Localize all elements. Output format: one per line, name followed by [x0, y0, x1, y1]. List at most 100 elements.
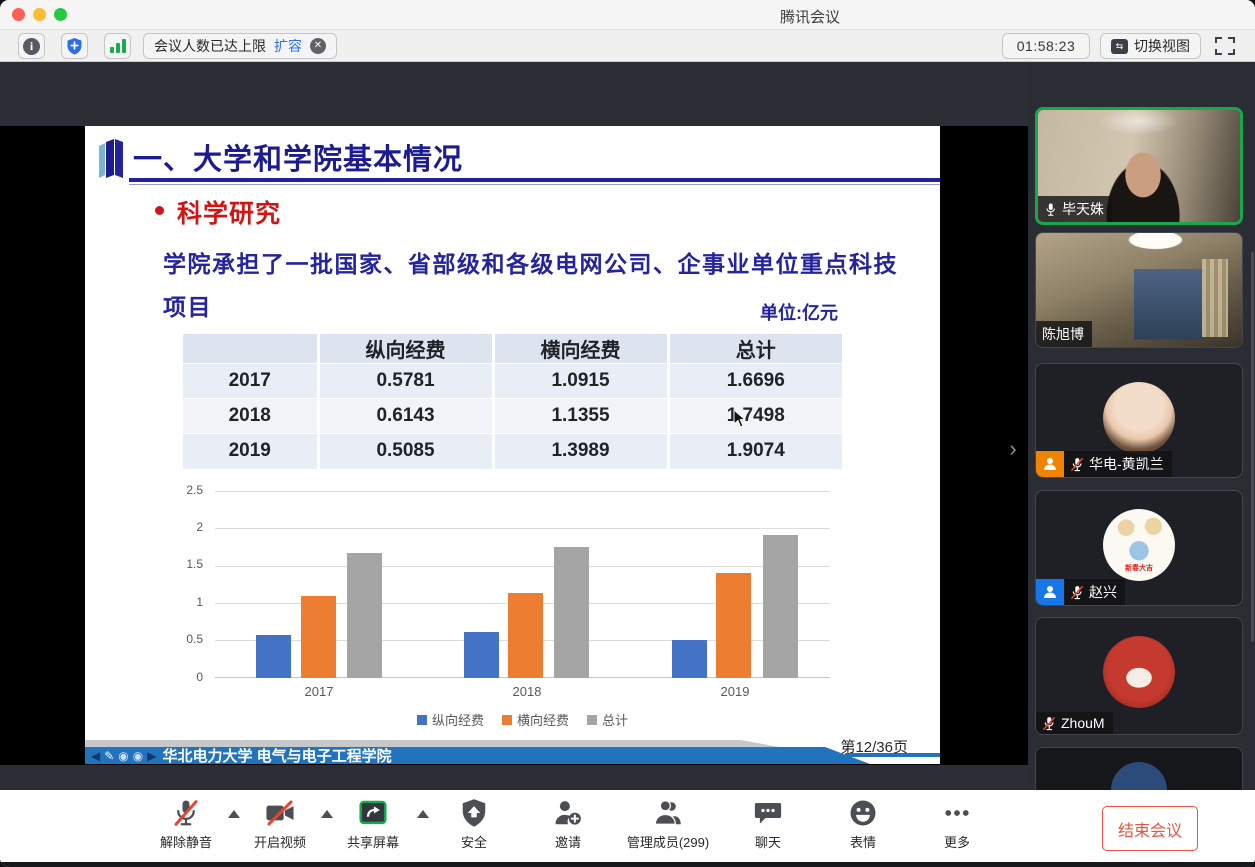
- chart-legend: 纵向经费 横向经费 总计: [215, 710, 830, 729]
- letterbox-top: [0, 62, 1028, 126]
- participant-tile-huangkailan[interactable]: 华电-黄凯兰: [1035, 363, 1243, 478]
- unmute-button[interactable]: 解除静音: [160, 798, 212, 851]
- unit-note: 单位:亿元: [760, 299, 838, 325]
- participant-tile-chenxubo[interactable]: 陈旭博: [1035, 232, 1243, 348]
- slide-footer: ◀ ✎ ◉ ◉ ▶ 华北电力大学 电气与电子工程学院 第12/36页: [85, 732, 940, 764]
- participant-badge: [1036, 579, 1064, 605]
- participant-tile-bitianshu[interactable]: 毕天姝: [1035, 107, 1243, 225]
- mic-on-icon: [1044, 202, 1057, 217]
- zoom-window-button[interactable]: [54, 8, 67, 21]
- meeting-security-button[interactable]: [61, 33, 88, 59]
- participant-tile-zhoum[interactable]: ZhouM: [1035, 617, 1243, 735]
- x-tick-2018: 2018: [513, 684, 542, 699]
- mic-options-caret[interactable]: [228, 810, 240, 818]
- collapse-sidebar-chevron-icon[interactable]: ›: [1002, 434, 1024, 464]
- main-area: 一、大学和学院基本情况 科学研究 学院承担了一批国家、省部级和各级电网公司、企事…: [0, 62, 1255, 790]
- person-icon: [1042, 456, 1058, 472]
- expand-capacity-link[interactable]: 扩容: [274, 36, 302, 56]
- bar-2019-total: [763, 535, 798, 678]
- emoji-button[interactable]: 表情: [848, 798, 878, 851]
- participant-name: 陈旭博: [1042, 324, 1084, 344]
- info-icon: i: [23, 38, 40, 55]
- meeting-info-button[interactable]: i: [18, 33, 45, 59]
- participant-name: 赵兴: [1089, 582, 1117, 602]
- capacity-text: 会议人数已达上限: [154, 36, 266, 56]
- table-row: 2017 0.5781 1.0915 1.6696: [183, 364, 842, 399]
- meeting-toolbar: i 会议人数已达上限 扩容 ✕ 01:58:23 ⇆ 切换视图: [0, 30, 1255, 62]
- fullscreen-icon: [1213, 35, 1237, 57]
- screen-edge: [0, 862, 1255, 867]
- smiley-icon: [848, 798, 878, 828]
- video-options-caret[interactable]: [321, 810, 333, 818]
- participant-name: 华电-黄凯兰: [1089, 454, 1164, 474]
- bar-2017-total: [347, 553, 382, 678]
- book-icon: [97, 138, 133, 180]
- close-window-button[interactable]: [12, 8, 25, 21]
- table-row: 2019 0.5085 1.3989 1.9074: [183, 434, 842, 469]
- minimize-window-button[interactable]: [33, 8, 46, 21]
- participant-tile-zhaoxing[interactable]: 新春大吉 赵兴: [1035, 490, 1243, 606]
- control-bar: 解除静音 开启视频 共享屏幕 安全: [0, 790, 1255, 862]
- share-screen-icon: [357, 798, 389, 828]
- window-title: 腾讯会议: [780, 6, 840, 27]
- signal-bars-icon: [110, 39, 126, 53]
- switch-view-button[interactable]: ⇆ 切换视图: [1100, 33, 1201, 59]
- funding-table: 纵向经费 横向经费 总计 2017 0.5781 1.0915 1.6696 2…: [183, 333, 842, 469]
- bar-2019-horizontal: [716, 573, 751, 678]
- slide-bullet-heading: 科学研究: [177, 194, 281, 230]
- next-slide-icon: ▶: [147, 750, 156, 762]
- participant-avatar: [1103, 382, 1175, 454]
- mic-muted-icon: [1070, 457, 1084, 472]
- meeting-timer: 01:58:23: [1002, 33, 1090, 59]
- presentation-slide: 一、大学和学院基本情况 科学研究 学院承担了一批国家、省部级和各级电网公司、企事…: [85, 126, 940, 764]
- participant-avatar: [1103, 636, 1175, 708]
- person-icon: [1042, 584, 1058, 600]
- slide-body-line1: 学院承担了一批国家、省部级和各级电网公司、企事业单位重点科技: [163, 245, 898, 279]
- hand-raised-badge: [1036, 451, 1064, 477]
- participant-name: 毕天姝: [1062, 199, 1104, 219]
- manage-members-button[interactable]: 管理成员(299): [627, 798, 709, 851]
- fullscreen-button[interactable]: [1213, 35, 1237, 57]
- title-bar: 腾讯会议: [0, 0, 1255, 30]
- bullet-dot: [155, 206, 164, 215]
- more-button[interactable]: 更多: [942, 798, 972, 851]
- bar-2017-horizontal: [301, 596, 336, 678]
- participant-name: ZhouM: [1061, 715, 1105, 731]
- x-tick-2017: 2017: [305, 684, 334, 699]
- invite-button[interactable]: 邀请: [553, 798, 583, 851]
- security-button[interactable]: 安全: [460, 798, 488, 851]
- mic-muted-icon: [1070, 585, 1084, 600]
- bar-2019-vertical: [672, 640, 707, 678]
- sidebar-scrollbar[interactable]: [1251, 252, 1254, 642]
- mic-muted-icon: [1042, 716, 1056, 731]
- more-circle-icon: ◉: [133, 750, 143, 762]
- shield-plus-icon: [66, 37, 83, 55]
- prev-slide-icon: ◀: [91, 750, 100, 762]
- camera-off-icon: [264, 798, 296, 828]
- share-screen-button[interactable]: 共享屏幕: [347, 798, 399, 851]
- slide-body-line2: 项目: [163, 288, 212, 322]
- invite-person-icon: [553, 798, 583, 828]
- security-shield-icon: [460, 798, 488, 828]
- mouse-cursor: [733, 409, 747, 429]
- network-signal-button[interactable]: [104, 33, 131, 59]
- title-underline: [129, 178, 940, 182]
- close-banner-icon[interactable]: ✕: [310, 38, 326, 54]
- chat-button[interactable]: 聊天: [753, 798, 783, 851]
- bar-2018-vertical: [464, 632, 499, 678]
- chat-bubble-icon: [753, 798, 783, 828]
- start-video-button[interactable]: 开启视频: [254, 798, 306, 851]
- more-dots-icon: [942, 798, 972, 828]
- end-meeting-button[interactable]: 结束会议: [1102, 806, 1198, 851]
- share-options-caret[interactable]: [417, 810, 429, 818]
- menu-circle-icon: ◉: [118, 750, 128, 762]
- footer-organization: 华北电力大学 电气与电子工程学院: [163, 745, 392, 764]
- members-icon: [653, 798, 683, 828]
- bar-2018-horizontal: [508, 593, 543, 678]
- letterbox-bottom: [0, 765, 1028, 790]
- meeting-window: 腾讯会议 i 会议人数已达上限 扩容 ✕ 01:58:23 ⇆ 切换视图: [0, 0, 1255, 867]
- mic-muted-icon: [171, 798, 201, 828]
- switch-view-icon: ⇆: [1111, 39, 1128, 54]
- chart-plot-area: [215, 491, 830, 678]
- page-indicator: 第12/36页: [840, 736, 908, 757]
